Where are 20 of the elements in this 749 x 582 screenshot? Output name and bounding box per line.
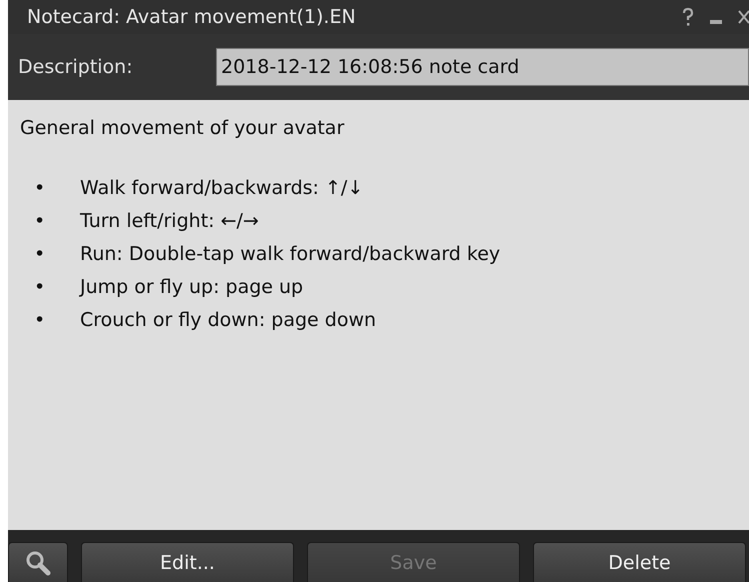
bullet-mark: • (33, 242, 46, 267)
action-button[interactable]: Edit... (81, 542, 294, 582)
list-item-text: Run: Double-tap walk forward/backward key (80, 242, 500, 267)
help-icon[interactable] (681, 7, 695, 27)
list-item-text: Jump or fly up: page up (80, 275, 304, 300)
action-button[interactable]: Delete (533, 542, 746, 582)
bullet-mark: • (33, 209, 46, 234)
notecard-text-area[interactable]: General movement of your avatar • Walk forward/backwards: ↑/↓ • Turn left/right: ←/→ • Run: Double-tap walk forward/backward key • Jump or fly up: page up • Crouch or fly down: page down (8, 100, 749, 530)
list-item-text: Crouch or fly down: page down (80, 308, 376, 333)
search-button[interactable] (8, 542, 68, 582)
bullet-mark: • (33, 275, 46, 300)
search-icon (25, 550, 51, 576)
bullet-mark: • (33, 176, 46, 201)
list-item-text: Turn left/right: ←/→ (80, 209, 259, 234)
description-field[interactable]: 2018-12-12 16:08:56 note card (216, 48, 749, 86)
window-title: Notecard: Avatar movement(1).EN (27, 6, 356, 28)
list-item-text: Walk forward/backwards: ↑/↓ (80, 176, 364, 201)
description-label: Description: (18, 56, 134, 78)
notecard-heading: General movement of your avatar (20, 116, 346, 141)
bullet-mark: • (33, 308, 46, 333)
